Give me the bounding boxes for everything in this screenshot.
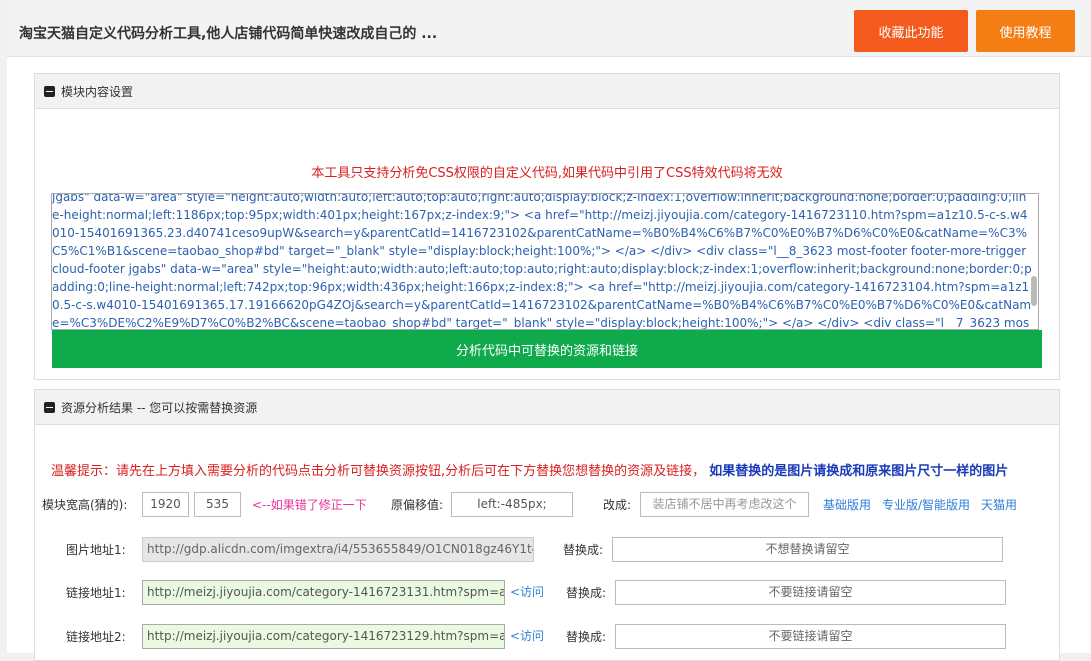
image-url-field[interactable]: http://gdp.alicdn.com/imgextra/i4/553655…	[142, 537, 534, 562]
top-bar: 淘宝天猫自定义代码分析工具,他人店铺代码简单快速改成自己的 ... 收藏此功能 …	[7, 6, 1091, 57]
result-panel-header[interactable]: 资源分析结果 -- 您可以按需替换资源	[35, 390, 1059, 425]
result-panel: 资源分析结果 -- 您可以按需替换资源 温馨提示：请先在上方填入需要分析的代码点…	[34, 389, 1060, 661]
tmall-link[interactable]: 天猫用	[981, 496, 1017, 513]
link-url-label: 链接地址1:	[66, 586, 126, 600]
size-hint: <--如果错了修正一下	[252, 498, 367, 512]
change-input[interactable]: 装店铺不居中再考虑改这个	[640, 492, 809, 517]
link-url-field[interactable]: http://meizj.jiyoujia.com/category-14167…	[142, 624, 505, 649]
css-warning-text: 本工具只支持分析免CSS权限的自定义代码,如果代码中引用了CSS特效代码将无效	[311, 166, 783, 181]
favorite-button[interactable]: 收藏此功能	[854, 10, 968, 52]
page-title: 淘宝天猫自定义代码分析工具,他人店铺代码简单快速改成自己的 ...	[19, 26, 438, 42]
width-input[interactable]: 1920	[142, 492, 189, 517]
link-replace-input[interactable]: 不要链接请留空	[615, 624, 1006, 649]
visit-link[interactable]: <访问	[510, 627, 544, 644]
basic-version-link[interactable]: 基础版用	[823, 496, 871, 513]
offset-input[interactable]: left:-485px;	[451, 492, 573, 517]
collapse-icon[interactable]	[44, 401, 55, 413]
link-url-label: 链接地址2:	[66, 630, 126, 644]
change-label: 改成:	[603, 498, 632, 512]
module-settings-header[interactable]: 模块内容设置	[35, 74, 1059, 109]
size-label: 模块宽高(猜的):	[42, 498, 128, 512]
textarea-scrollbar[interactable]	[1031, 276, 1037, 306]
tutorial-button[interactable]: 使用教程	[976, 10, 1075, 52]
image-replace-label: 替换成:	[563, 543, 604, 557]
code-text: jgabs" data-w="area" style="height:auto;…	[52, 193, 1032, 330]
main-content: 模块内容设置 本工具只支持分析免CSS权限的自定义代码,如果代码中引用了CSS特…	[7, 57, 1091, 661]
link-replace-input[interactable]: 不要链接请留空	[615, 580, 1006, 605]
tip-line: 温馨提示：请先在上方填入需要分析的代码点击分析可替换资源按钮,分析后可在下方替换…	[51, 460, 1008, 479]
offset-label: 原偏移值:	[391, 498, 444, 512]
image-replace-input[interactable]: 不想替换请留空	[612, 537, 1003, 562]
collapse-icon[interactable]	[44, 85, 55, 97]
result-panel-title: 资源分析结果 -- 您可以按需替换资源	[61, 400, 258, 415]
link-replace-label: 替换成:	[566, 630, 607, 644]
tip-blue-text: 如果替换的是图片请换成和原来图片尺寸一样的图片	[709, 464, 1009, 479]
link-url-field[interactable]: http://meizj.jiyoujia.com/category-14167…	[142, 580, 505, 605]
module-settings-title: 模块内容设置	[61, 84, 134, 99]
height-input[interactable]: 535	[194, 492, 241, 517]
tip-red-text: 温馨提示：请先在上方填入需要分析的代码点击分析可替换资源按钮,分析后可在下方替换…	[51, 464, 706, 479]
image-url-label: 图片地址1:	[66, 543, 126, 557]
link-replace-label: 替换成:	[566, 586, 607, 600]
visit-link[interactable]: <访问	[510, 583, 544, 600]
analyze-button[interactable]: 分析代码中可替换的资源和链接	[52, 330, 1042, 368]
module-settings-panel: 模块内容设置 本工具只支持分析免CSS权限的自定义代码,如果代码中引用了CSS特…	[34, 73, 1060, 380]
code-textarea[interactable]: jgabs" data-w="area" style="height:auto;…	[51, 193, 1039, 330]
pro-version-link[interactable]: 专业版/智能版用	[882, 496, 970, 513]
